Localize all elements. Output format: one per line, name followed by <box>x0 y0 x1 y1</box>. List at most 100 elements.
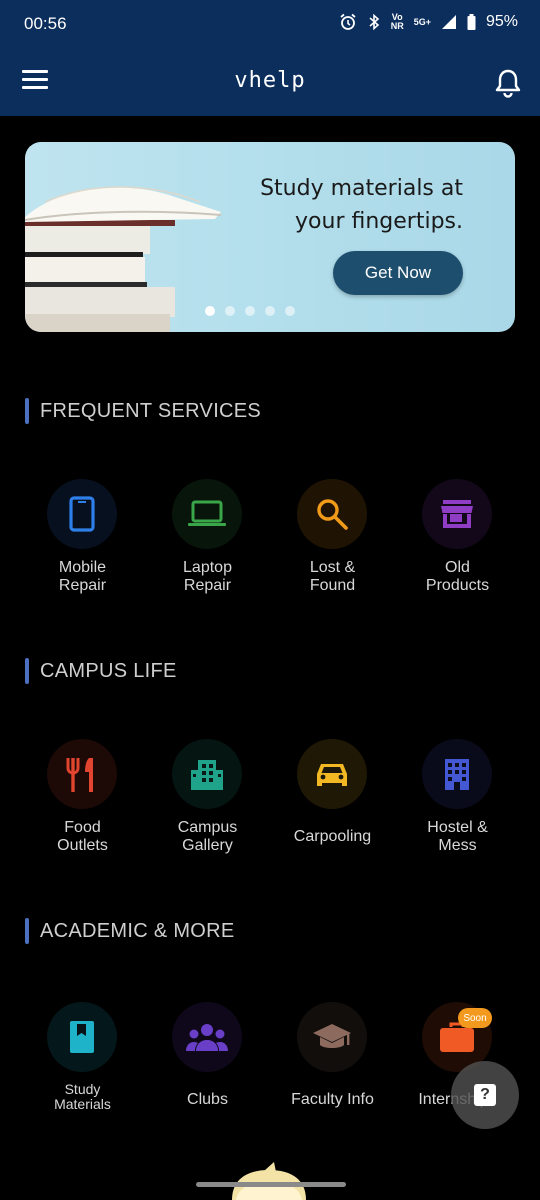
service-tile-faculty-info[interactable]: Faculty Info <box>270 1002 395 1152</box>
service-tile-clubs[interactable]: Clubs <box>145 1002 270 1152</box>
status-bar: 00:56 Vo NR 5G+ 95% <box>0 0 540 50</box>
service-tile-study[interactable]: Study Materials <box>20 1002 145 1152</box>
restaurant-icon <box>65 756 99 792</box>
carousel-dot[interactable] <box>285 306 295 316</box>
section-accent-bar <box>25 918 29 944</box>
icon-circle <box>297 479 367 549</box>
app-bar: vhelp <box>0 50 540 116</box>
tile-label: Mobile Repair <box>20 559 145 595</box>
tile-label-line2: Materials <box>54 1096 111 1112</box>
tile-label-line1: Hostel & <box>427 819 488 836</box>
carousel-dot[interactable] <box>225 306 235 316</box>
tile-label-line1: Lost & <box>309 559 356 576</box>
tile-label-line1: Campus <box>177 819 238 836</box>
tile-label-line1: Faculty Info <box>291 1091 374 1108</box>
section-accent-bar <box>25 398 29 424</box>
tile-label: Laptop Repair <box>145 559 270 595</box>
section-title: ACADEMIC & MORE <box>40 919 235 942</box>
service-tile-carpooling[interactable]: Carpooling <box>270 739 395 889</box>
help-icon: ? <box>474 1084 496 1106</box>
bluetooth-icon <box>367 13 381 31</box>
tile-label: Clubs <box>145 1091 270 1109</box>
banner-line-2: your fingertips. <box>295 209 463 234</box>
service-tile-campus[interactable]: Campus Gallery <box>145 739 270 889</box>
soon-badge: Soon <box>458 1008 492 1028</box>
carousel-indicator <box>25 306 515 316</box>
owl-mascot-image <box>232 1162 306 1200</box>
icon-circle <box>172 739 242 809</box>
tile-label-line1: Study <box>64 1081 101 1097</box>
tile-label: Faculty Info <box>270 1091 395 1109</box>
icon-circle <box>297 1002 367 1072</box>
tile-label: Lost & Found <box>270 559 395 595</box>
battery-icon <box>467 14 476 30</box>
tile-label: Old Products <box>395 559 520 595</box>
help-button[interactable]: ? <box>451 1061 519 1129</box>
store-icon <box>440 499 474 529</box>
tile-label-line1: Food <box>64 819 101 836</box>
apartment-icon <box>440 758 474 790</box>
section-title: CAMPUS LIFE <box>40 659 177 682</box>
section-academic-more: ACADEMIC & MORE <box>25 918 235 944</box>
tile-label: Campus Gallery <box>145 819 270 855</box>
service-tile-food[interactable]: Food Outlets <box>20 739 145 889</box>
signal-icon <box>441 14 457 30</box>
search-icon <box>315 497 349 531</box>
laptop-icon <box>187 499 227 529</box>
icon-circle <box>47 739 117 809</box>
smartphone-icon <box>69 496 95 532</box>
frequent-services-grid: Mobile Repair Laptop Repair Lost & Found Old Pr… <box>20 479 520 629</box>
icon-circle <box>422 739 492 809</box>
building-icon <box>190 758 224 790</box>
section-campus-life: CAMPUS LIFE <box>25 658 177 684</box>
tile-label-line2: Gallery <box>182 837 233 854</box>
icon-circle <box>297 739 367 809</box>
tile-label-line1: Laptop <box>183 559 232 576</box>
campus-life-grid: Food Outlets Campus Gallery Carpooling Hostel… <box>20 739 520 889</box>
service-tile-old[interactable]: Old Products <box>395 479 520 629</box>
carousel-dot[interactable] <box>245 306 255 316</box>
tile-label-line2: Outlets <box>57 837 108 854</box>
service-tile-lost[interactable]: Lost & Found <box>270 479 395 629</box>
tile-label: Carpooling <box>270 828 395 846</box>
group-icon <box>186 1023 228 1051</box>
service-tile-hostel[interactable]: Hostel & Mess <box>395 739 520 889</box>
icon-circle <box>47 479 117 549</box>
network-generation: 5G+ <box>413 16 431 27</box>
service-tile-laptop[interactable]: Laptop Repair <box>145 479 270 629</box>
status-icons: Vo NR 5G+ 95% <box>339 13 518 31</box>
banner-headline: Study materials at your fingertips. <box>213 172 463 238</box>
academic-more-grid: StudyMaterialsClubsFaculty InfoInternshi… <box>20 1002 520 1152</box>
icon-circle <box>172 479 242 549</box>
icon-circle <box>422 479 492 549</box>
service-tile-mobile[interactable]: Mobile Repair <box>20 479 145 629</box>
tile-label: Study Materials <box>20 1082 145 1112</box>
volte-indicator: Vo NR <box>390 12 404 31</box>
section-title: FREQUENT SERVICES <box>40 399 262 422</box>
tile-label-line2: Mess <box>438 837 477 854</box>
section-frequent-services: FREQUENT SERVICES <box>25 398 261 424</box>
carousel-dot[interactable] <box>205 306 215 316</box>
icon-circle <box>47 1002 117 1072</box>
status-time: 00:56 <box>24 14 67 33</box>
get-now-button[interactable]: Get Now <box>333 251 463 295</box>
tile-label-line1: Old <box>445 559 470 576</box>
icon-circle <box>172 1002 242 1072</box>
tile-label-line2: Repair <box>58 577 107 594</box>
tile-label-line2: Found <box>309 577 356 594</box>
tile-label-line1: Clubs <box>187 1091 228 1108</box>
section-accent-bar <box>25 658 29 684</box>
bell-icon[interactable] <box>494 68 522 98</box>
carousel-dot[interactable] <box>265 306 275 316</box>
tile-label: Hostel & Mess <box>395 819 520 855</box>
tile-label-line1: Mobile <box>58 559 107 576</box>
tile-label-line2: Products <box>425 577 490 594</box>
tile-label-line2: Repair <box>183 577 232 594</box>
banner-line-1: Study materials at <box>260 176 463 201</box>
car-icon <box>315 760 349 788</box>
graduation-cap-icon <box>312 1022 352 1052</box>
app-title: vhelp <box>234 68 306 93</box>
promo-banner[interactable]: Study materials at your fingertips. Get … <box>25 142 515 332</box>
home-indicator[interactable] <box>196 1182 346 1187</box>
battery-percent: 95% <box>485 13 518 30</box>
